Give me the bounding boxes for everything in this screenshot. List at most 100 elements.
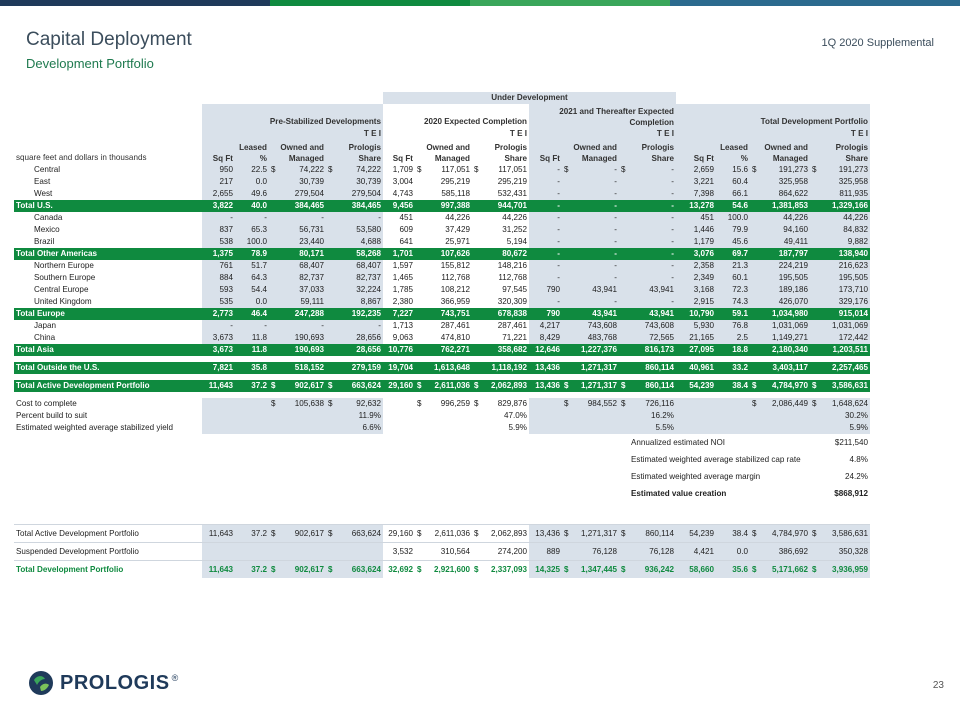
table-row: Central Europe 593 54.4 37,033 32,224 1,785 10… bbox=[14, 284, 870, 296]
header-row-under-development: Under Development bbox=[14, 92, 870, 104]
table-cell bbox=[562, 422, 572, 434]
table-cell: 4,217 bbox=[529, 320, 562, 332]
table-cell: - bbox=[529, 176, 562, 188]
table-cell bbox=[750, 200, 760, 212]
table-cell: 40.0 bbox=[235, 200, 269, 212]
table-row-grandtotal: Total Development Portfolio 11,643 37.2 $90… bbox=[14, 560, 870, 578]
table-cell: 10,790 bbox=[676, 308, 716, 320]
table-cell bbox=[572, 410, 619, 422]
table-cell bbox=[472, 308, 482, 320]
table-cell: 92,632 bbox=[336, 398, 383, 410]
table-cell bbox=[326, 422, 336, 434]
table-cell bbox=[472, 248, 482, 260]
table-cell: $ bbox=[269, 164, 279, 176]
tei-label: T E I bbox=[810, 128, 870, 140]
table-row: Northern Europe 761 51.7 68,407 68,407 1,597 1… bbox=[14, 260, 870, 272]
table-cell: 1,701 bbox=[383, 248, 415, 260]
table-cell bbox=[269, 296, 279, 308]
table-cell bbox=[415, 284, 425, 296]
table-cell: 30.2% bbox=[820, 410, 870, 422]
table-cell: 2,358 bbox=[676, 260, 716, 272]
table-cell bbox=[383, 128, 472, 140]
table-cell: 12,646 bbox=[529, 344, 562, 356]
table-cell: 9,456 bbox=[383, 200, 415, 212]
header-pre-stabilized: Pre-Stabilized Developments bbox=[202, 104, 383, 128]
table-cell: 483,768 bbox=[572, 332, 619, 344]
table-row-total: Total Outside the U.S. 7,821 35.8 518,152 27… bbox=[14, 362, 870, 374]
table-cell: 43,941 bbox=[572, 284, 619, 296]
table-cell: $ bbox=[810, 524, 820, 543]
table-cell: - bbox=[572, 164, 619, 176]
table-cell: 37.2 bbox=[235, 560, 269, 578]
table-cell: 936,242 bbox=[629, 560, 676, 578]
table-cell bbox=[619, 224, 629, 236]
table-cell: 329,176 bbox=[820, 296, 870, 308]
table-cell: 94,160 bbox=[760, 224, 810, 236]
table-cell bbox=[810, 410, 820, 422]
table-cell: - bbox=[572, 188, 619, 200]
table-cell bbox=[14, 104, 202, 128]
table-cell: 829,876 bbox=[497, 399, 527, 408]
table-cell: 100.0 bbox=[235, 236, 269, 248]
table-cell: - bbox=[629, 272, 676, 284]
table-cell: 790 bbox=[529, 308, 562, 320]
table-cell: - bbox=[572, 176, 619, 188]
development-portfolio-table: Under Development Pre-Stabilized Developm… bbox=[14, 92, 870, 578]
table-cell bbox=[326, 248, 336, 260]
table-cell: 4,421 bbox=[676, 542, 716, 561]
table-cell: 33.2 bbox=[716, 362, 750, 374]
table-cell: 72,565 bbox=[629, 332, 676, 344]
table-cell bbox=[562, 344, 572, 356]
table-cell bbox=[269, 200, 279, 212]
row-label: Total Active Development Portfolio bbox=[14, 524, 202, 543]
table-cell: 224,219 bbox=[760, 260, 810, 272]
table-cell: 78.9 bbox=[235, 248, 269, 260]
table-cell: - bbox=[529, 224, 562, 236]
table-row: Brazil 538 100.0 23,440 4,688 641 25,971 5,194-… bbox=[14, 236, 870, 248]
table-cell: 295,219 bbox=[440, 177, 470, 186]
table-cell bbox=[269, 212, 279, 224]
table-cell: 11.9% bbox=[336, 410, 383, 422]
table-cell: 14,325 bbox=[529, 560, 562, 578]
table-cell: 4,743 bbox=[392, 189, 413, 198]
table-cell: 30,739 bbox=[336, 176, 383, 188]
table-cell: 9,882 bbox=[820, 236, 870, 248]
table-row-plain: Total Active Development Portfolio 11,643… bbox=[14, 524, 870, 543]
table-cell: 216,623 bbox=[820, 260, 870, 272]
table-cell bbox=[415, 344, 425, 356]
table-cell: 117,051 bbox=[498, 165, 527, 174]
page-subtitle: Development Portfolio bbox=[26, 56, 154, 71]
table-cell: - bbox=[629, 248, 676, 260]
row-label: West bbox=[34, 189, 53, 198]
table-cell: 13,436 bbox=[529, 524, 562, 543]
table-cell bbox=[529, 410, 562, 422]
table-cell: 663,624 bbox=[336, 524, 383, 543]
table-cell: - bbox=[629, 296, 676, 308]
table-cell: 0.0 bbox=[235, 176, 269, 188]
tei-label: T E I bbox=[326, 128, 383, 140]
column-header-owned: Owned and Managed bbox=[269, 140, 326, 164]
table-cell bbox=[472, 410, 482, 422]
table-cell bbox=[619, 542, 629, 561]
table-cell bbox=[750, 272, 760, 284]
row-label: Northern Europe bbox=[34, 261, 94, 270]
table-cell bbox=[269, 284, 279, 296]
table-cell: 97,545 bbox=[502, 285, 527, 294]
table-cell: 35.6 bbox=[716, 560, 750, 578]
table-cell: 190,693 bbox=[279, 344, 326, 356]
table-cell bbox=[472, 422, 482, 434]
table-cell bbox=[383, 422, 415, 434]
table-cell bbox=[472, 176, 482, 188]
table-cell: 29,160 bbox=[383, 380, 415, 392]
table-cell: 320,309 bbox=[497, 297, 527, 306]
table-cell: 72.3 bbox=[716, 284, 750, 296]
table-cell: - bbox=[572, 272, 619, 284]
table-cell bbox=[415, 410, 425, 422]
tei-label: T E I bbox=[619, 128, 676, 140]
table-cell bbox=[676, 92, 870, 104]
table-cell bbox=[415, 176, 425, 188]
table-cell bbox=[619, 272, 629, 284]
table-cell: 43,941 bbox=[572, 308, 619, 320]
table-cell: 76,128 bbox=[572, 542, 619, 561]
table-cell: 44,226 bbox=[820, 212, 870, 224]
